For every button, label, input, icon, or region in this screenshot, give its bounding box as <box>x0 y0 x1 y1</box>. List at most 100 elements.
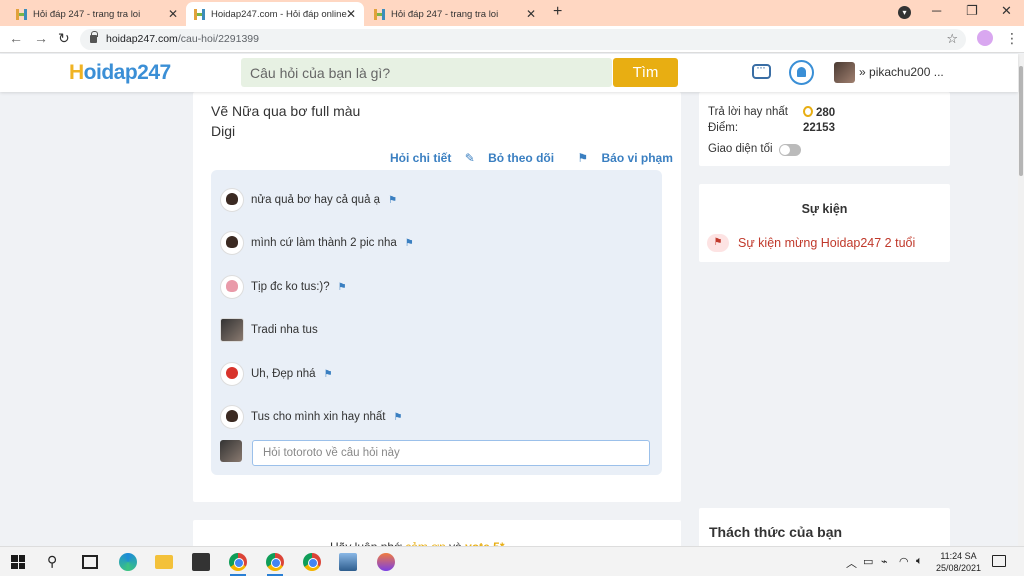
pencil-icon: ✎ <box>464 151 479 165</box>
forward-icon[interactable]: → <box>34 30 48 46</box>
browser-toolbar: ← → ↻ hoidap247.com/cau-hoi/2291399 ☆ ⋮ <box>0 26 1024 53</box>
comment-item: Tradi nha tus <box>220 318 318 342</box>
unfollow-link[interactable]: ✎ Bỏ theo dõi <box>465 151 564 165</box>
flag-icon: ⚑ <box>577 151 592 165</box>
dark-mode-toggle[interactable] <box>779 144 801 156</box>
comment-text: Tradi nha tus <box>251 324 318 336</box>
wifi-icon[interactable]: ◠ <box>899 555 909 568</box>
volume-icon[interactable]: 🔈︎ <box>916 555 923 568</box>
photos-icon[interactable] <box>339 553 357 571</box>
windows-taskbar: ⚲ ︿ ▭ ⌁ ◠ 🔈︎ 11:24 SA 25/08/2021 <box>0 546 1024 576</box>
scrollbar-thumb[interactable] <box>1019 66 1023 176</box>
event-title: Sự kiện <box>801 202 848 216</box>
browser-tab-strip: Hỏi đáp 247 - trang tra loi ✕ Hoidap247.… <box>0 0 1024 26</box>
comment-item: mình cứ làm thành 2 pic nha ⚑ <box>220 231 414 255</box>
app-icon[interactable] <box>377 553 395 571</box>
avatar[interactable] <box>220 318 244 342</box>
clock[interactable]: 11:24 SA 25/08/2021 <box>936 550 981 574</box>
avatar <box>220 440 242 462</box>
report-link[interactable]: ⚑ Báo vi phạm <box>577 151 682 165</box>
avatar[interactable] <box>220 231 244 255</box>
browser-tab-2[interactable]: Hoidap247.com - Hỏi đáp online ✕ <box>186 2 364 26</box>
tray-chevron-icon[interactable]: ︿ <box>846 555 857 571</box>
extension-icon[interactable] <box>977 30 993 46</box>
ask-detail-link[interactable]: Hỏi chi tiết <box>390 151 451 165</box>
report-flag-icon[interactable]: ⚑ <box>388 195 397 206</box>
new-tab-icon[interactable]: + <box>553 3 562 21</box>
comment-item: Tus cho mình xin hay nhất ⚑ <box>220 405 402 429</box>
question-actions: Hỏi chi tiết ✎ Bỏ theo dõi ⚑ Báo vi phạm <box>390 151 693 165</box>
restore-icon[interactable]: ❐ <box>966 3 978 19</box>
start-icon[interactable] <box>11 555 25 569</box>
dark-mode-label: Giao diện tối <box>708 143 773 155</box>
report-flag-icon[interactable]: ⚑ <box>393 412 402 423</box>
best-answer-value: 280 <box>803 106 835 119</box>
flag-icon: ⚑ <box>707 234 729 252</box>
avatar[interactable] <box>220 362 244 386</box>
medal-icon <box>803 106 813 117</box>
tab-title: Hỏi đáp 247 - trang tra loi <box>33 8 141 20</box>
hoidap-favicon-icon <box>16 8 27 20</box>
comment-text: Tịp đc ko tus:)? <box>251 281 330 293</box>
comment-text: nửa quả bơ hay cả quả ạ <box>251 194 381 206</box>
close-tab-icon[interactable]: ✕ <box>346 7 356 21</box>
avatar[interactable] <box>220 188 244 212</box>
report-flag-icon[interactable]: ⚑ <box>405 238 414 249</box>
bookmark-star-icon[interactable]: ☆ <box>946 31 958 47</box>
points-value: 22153 <box>803 122 835 134</box>
site-logo[interactable]: Hoidap247 <box>69 61 171 85</box>
edge-icon[interactable] <box>119 553 137 571</box>
comment-item: Tịp đc ko tus:)? ⚑ <box>220 275 347 299</box>
hoidap-favicon-icon <box>194 8 205 20</box>
chat-icon[interactable] <box>752 60 771 79</box>
tab-search-icon[interactable]: ▾ <box>898 6 911 19</box>
store-icon[interactable] <box>192 553 210 571</box>
user-menu[interactable]: » pikachu200 ... <box>859 65 944 79</box>
file-explorer-icon[interactable] <box>155 555 173 569</box>
report-flag-icon[interactable]: ⚑ <box>324 369 333 380</box>
close-window-icon[interactable]: ✕ <box>1001 3 1012 19</box>
reload-icon[interactable]: ↻ <box>58 30 70 47</box>
notification-bell-icon[interactable] <box>789 60 814 85</box>
report-flag-icon[interactable]: ⚑ <box>338 282 347 293</box>
battery-icon[interactable]: ▭ <box>863 555 873 568</box>
address-bar[interactable]: hoidap247.com/cau-hoi/2291399 ☆ <box>80 29 966 50</box>
lock-icon <box>90 31 98 43</box>
event-link[interactable]: ⚑ Sự kiện mừng Hoidap247 2 tuổi <box>707 234 915 252</box>
hoidap-favicon-icon <box>374 8 385 20</box>
comment-text: Tus cho mình xin hay nhất <box>251 411 386 423</box>
chrome-profile-icon[interactable] <box>303 553 321 571</box>
chrome-icon[interactable] <box>229 553 247 571</box>
comment-list: nửa quả bơ hay cả quả ạ ⚑ mình cứ làm th… <box>211 170 662 475</box>
url-text: hoidap247.com/cau-hoi/2291399 <box>106 33 259 45</box>
back-icon[interactable]: ← <box>9 30 23 46</box>
avatar[interactable] <box>834 62 855 83</box>
close-tab-icon[interactable]: ✕ <box>526 7 536 21</box>
chrome-profile-icon[interactable] <box>266 553 284 571</box>
tab-title: Hỏi đáp 247 - trang tra loi <box>391 8 499 20</box>
search-button[interactable]: Tìm <box>613 58 678 87</box>
task-view-icon[interactable] <box>82 555 98 569</box>
comment-item: nửa quả bơ hay cả quả ạ ⚑ <box>220 188 397 212</box>
avatar[interactable] <box>220 405 244 429</box>
best-answer-label: Trả lời hay nhất <box>708 106 788 118</box>
close-tab-icon[interactable]: ✕ <box>168 7 178 21</box>
power-icon[interactable]: ⌁ <box>881 555 888 568</box>
browser-tab-3[interactable]: Hỏi đáp 247 - trang tra loi ✕ <box>366 2 544 26</box>
avatar[interactable] <box>220 275 244 299</box>
page-scrollbar[interactable] <box>1018 54 1024 546</box>
browser-menu-icon[interactable]: ⋮ <box>1005 30 1019 47</box>
comment-input[interactable]: Hỏi totoroto về câu hỏi này <box>252 440 650 466</box>
notification-center-icon[interactable] <box>992 555 1006 567</box>
search-icon[interactable]: ⚲ <box>47 553 65 571</box>
site-header: Hoidap247 Câu hỏi của bạn là gì? Tìm » p… <box>0 54 1018 92</box>
comment-text: Uh, Đẹp nhá <box>251 368 316 380</box>
tab-title: Hoidap247.com - Hỏi đáp online <box>211 8 347 20</box>
points-label: Điểm: <box>708 122 739 134</box>
comment-text: mình cứ làm thành 2 pic nha <box>251 237 397 249</box>
search-input[interactable]: Câu hỏi của bạn là gì? <box>241 58 612 87</box>
challenge-title: Thách thức của bạn <box>709 524 843 540</box>
comment-item: Uh, Đẹp nhá ⚑ <box>220 362 333 386</box>
minimize-icon[interactable]: ─ <box>932 3 941 18</box>
browser-tab-1[interactable]: Hỏi đáp 247 - trang tra loi ✕ <box>8 2 186 26</box>
